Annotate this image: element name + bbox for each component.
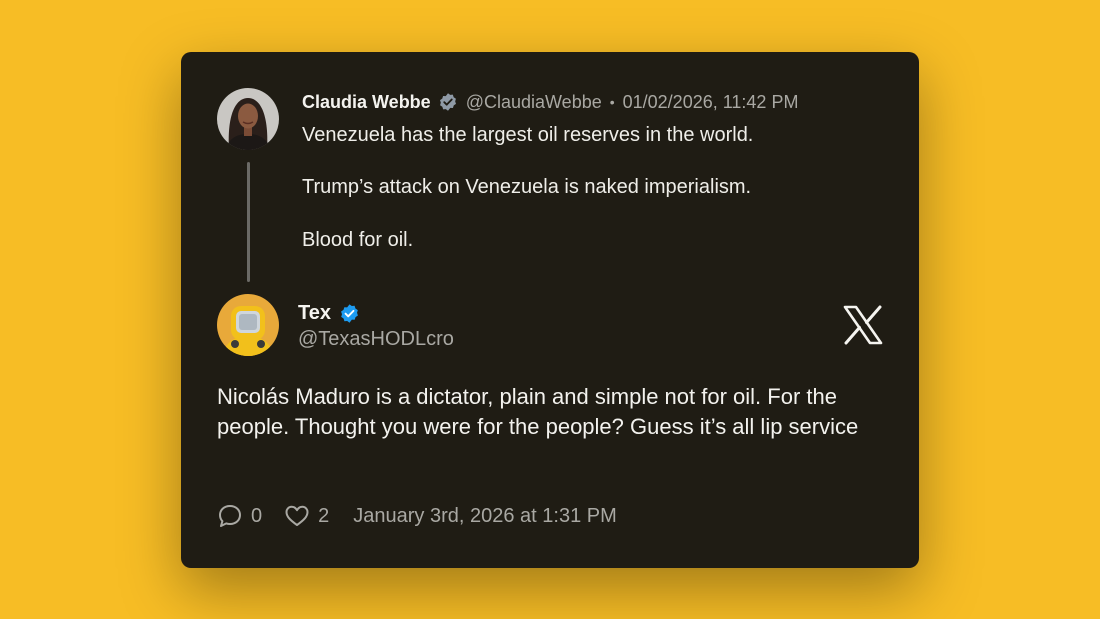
tex-avatar[interactable] [217, 294, 279, 356]
quoted-tweet-datetime: 01/02/2026, 11:42 PM [622, 91, 799, 112]
tweet-card: Claudia Webbe @ClaudiaWebbe • 01/02/2026… [181, 52, 919, 568]
reply-author-handle[interactable]: @TexasHODLcro [298, 328, 454, 351]
heart-icon[interactable] [284, 503, 310, 529]
speech-bubble-icon[interactable] [217, 503, 243, 529]
reply-author-row: Tex [298, 300, 360, 326]
quoted-author-name[interactable]: Claudia Webbe [302, 92, 431, 113]
reply-timestamp: January 3rd, 2026 at 1:31 PM [353, 504, 617, 527]
like-count: 2 [318, 504, 330, 527]
reply-author-name[interactable]: Tex [298, 302, 331, 325]
tweet-footer: 0 2 January 3rd, 2026 at 1:31 PM [217, 503, 617, 529]
quoted-tweet-line: Venezuela has the largest oil reserves i… [302, 124, 754, 146]
claudia-avatar[interactable] [217, 88, 279, 150]
x-logo-icon[interactable] [843, 305, 883, 350]
separator-dot: • [609, 94, 615, 110]
verified-badge-icon [339, 303, 360, 324]
reply-tweet-text: Nicolás Maduro is a dictator, plain and … [217, 384, 859, 439]
quoted-author-handle[interactable]: @ClaudiaWebbe [466, 92, 602, 113]
verified-badge-icon [438, 92, 458, 112]
quoted-tweet-line: Blood for oil. [302, 229, 414, 251]
quoted-tweet-header: Claudia Webbe @ClaudiaWebbe • 01/02/2026… [302, 90, 798, 114]
quoted-tweet-line: Trump’s attack on Venezuela is naked imp… [302, 176, 752, 198]
thread-connector-line [247, 162, 250, 282]
reply-count: 0 [251, 504, 263, 527]
